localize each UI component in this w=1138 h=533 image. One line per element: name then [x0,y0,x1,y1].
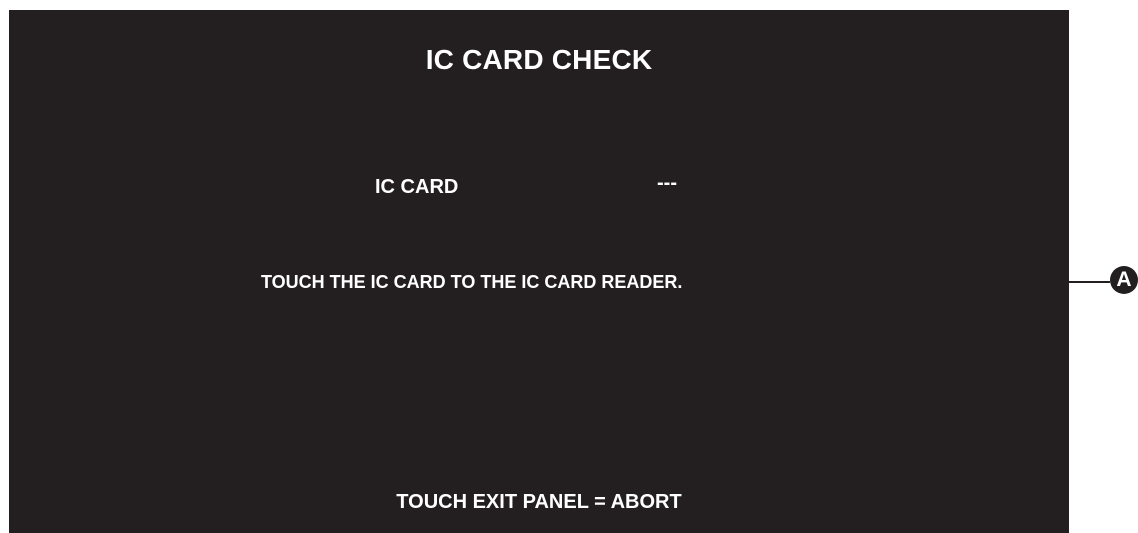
abort-hint: TOUCH EXIT PANEL = ABORT [396,491,682,513]
ic-card-label: IC CARD [375,176,459,198]
callout-marker: A [1110,266,1138,294]
callout-leader-line [830,281,1110,283]
ic-card-check-screen: IC CARD CHECK IC CARD --- TOUCH THE IC C… [9,10,1069,533]
ic-card-status-value: --- [657,172,677,194]
instruction-message: TOUCH THE IC CARD TO THE IC CARD READER. [261,272,683,292]
page-title: IC CARD CHECK [425,44,653,75]
